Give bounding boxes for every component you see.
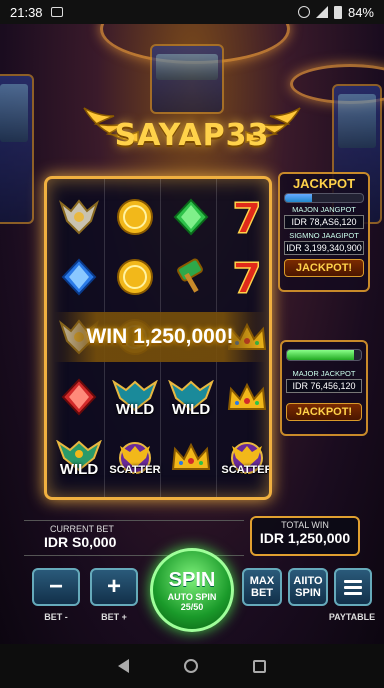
- reel-cell: [53, 189, 105, 245]
- major-jackpot-value-2: IDR 76,456,120: [286, 379, 362, 393]
- current-bet-value: IDR S0,000: [44, 534, 117, 550]
- total-win-value: IDR 1,250,000: [259, 530, 351, 546]
- scatter-label: SCATTER: [109, 464, 161, 476]
- reel-cell: WILD: [165, 369, 217, 425]
- wings-emblem-icon: [56, 194, 102, 240]
- wild-eagle-icon: WILD: [56, 434, 102, 480]
- spin-button[interactable]: SPIN AUTO SPIN 25/50: [150, 548, 234, 632]
- bet-minus-caption: BET -: [44, 612, 68, 622]
- total-win-box: TOTAL WIN IDR 1,250,000: [250, 516, 360, 556]
- win-banner-text: WIN 1,250,000!: [86, 325, 234, 348]
- reel-cell: [109, 189, 161, 245]
- current-bet-label: CURRENT BET: [50, 524, 114, 534]
- logo-text: SAYAP33: [114, 118, 270, 153]
- reel-cell: [109, 249, 161, 305]
- reel-cell: [165, 429, 217, 485]
- total-win-label: TOTAL WIN: [281, 520, 329, 530]
- blue-gem-icon: [56, 254, 102, 300]
- bet-plus-button[interactable]: +: [90, 568, 138, 606]
- reel-cell: 7: [221, 189, 269, 245]
- jackpot-title: JACKPOT: [292, 176, 356, 191]
- seven-icon: 7: [224, 194, 269, 240]
- auto-spin-label: AUTO SPIN: [167, 591, 217, 602]
- status-right: 84%: [297, 4, 374, 20]
- back-icon[interactable]: [117, 659, 129, 673]
- reel-cell: 7: [221, 249, 269, 305]
- wild-label: WILD: [115, 401, 155, 418]
- major-jackpot-label-2: MAJOR JACKPOT: [292, 369, 356, 378]
- reel-cell: [221, 369, 269, 425]
- bet-minus-button[interactable]: −: [32, 568, 80, 606]
- wild-label: WILD: [59, 461, 99, 478]
- jackpot-panel-secondary: MAJOR JACKPOT IDR 76,456,120 JACKPOT!: [280, 340, 368, 436]
- bet-plus-caption: BET +: [101, 612, 127, 622]
- spin-count: 25/50: [180, 601, 204, 612]
- reel-cell: [165, 249, 217, 305]
- red-gem-icon: [56, 374, 102, 420]
- jackpot-button-2[interactable]: JACKPOT!: [286, 403, 362, 421]
- max-bet-label: MAX BET: [249, 575, 275, 599]
- scatter-eagle-icon: SCATTER: [109, 434, 161, 480]
- reel-cell: [165, 189, 217, 245]
- max-bet-button[interactable]: MAX BET: [242, 568, 282, 606]
- battery-percent: 84%: [347, 4, 374, 20]
- signal-icon: [315, 6, 328, 18]
- svg-text:7: 7: [232, 195, 261, 239]
- menu-icon: [344, 580, 362, 595]
- battery-icon: [333, 5, 342, 19]
- scatter-label: SCATTER: [221, 464, 272, 476]
- seven-icon: 7: [224, 254, 269, 300]
- major-jackpot-label: MAJON JANGPOT: [292, 205, 356, 214]
- major-jackpot-value: IDR 78,AS6,120: [284, 215, 364, 229]
- wild-wings-icon: WILD: [112, 374, 158, 420]
- reel-cell: [53, 369, 105, 425]
- jackpot-button[interactable]: JACKPOT!: [284, 259, 364, 277]
- status-bar: 21:38 84%: [0, 0, 384, 24]
- gallery-icon: [50, 7, 63, 17]
- crown-icon: [224, 374, 269, 420]
- svg-text:7: 7: [232, 255, 261, 299]
- spin-label: SPIN: [168, 568, 216, 591]
- grand-jackpot-value: IDR 3,199,340,900: [284, 241, 364, 255]
- recents-icon[interactable]: [253, 659, 267, 673]
- emerald-hammer-icon: [168, 254, 214, 300]
- status-time: 21:38: [10, 4, 43, 20]
- crown-icon: [168, 434, 214, 480]
- auto-spin-button-label: AIITO SPIN: [293, 575, 323, 599]
- win-banner: WIN 1,250,000!: [54, 312, 266, 362]
- wild-wings-icon: WILD: [168, 374, 214, 420]
- reel-cell: SCATTER: [221, 429, 269, 485]
- paytable-button[interactable]: [334, 568, 372, 606]
- gold-coin-icon: [112, 254, 158, 300]
- grand-jackpot-label: SIGMNO JAAGIPOT: [289, 231, 359, 240]
- reel-cell: SCATTER: [109, 429, 161, 485]
- jackpot-progress-bar: [284, 193, 364, 203]
- reel-cell: WILD: [53, 429, 105, 485]
- alarm-icon: [297, 6, 310, 18]
- gold-coin-icon: [112, 194, 158, 240]
- home-icon[interactable]: [183, 659, 198, 673]
- minus-icon: −: [48, 573, 63, 600]
- green-gem-icon: [168, 194, 214, 240]
- major-progress-bar: [286, 349, 362, 361]
- paytable-caption: PAYTABLE: [328, 612, 376, 622]
- reel-cell: [53, 249, 105, 305]
- plus-icon: +: [106, 573, 121, 600]
- wild-label: WILD: [171, 401, 211, 418]
- reel-cell: WILD: [109, 369, 161, 425]
- bg-slot-machine: [0, 74, 34, 224]
- game-logo: SAYAP33: [80, 96, 304, 176]
- auto-spin-button[interactable]: AIITO SPIN: [288, 568, 328, 606]
- scatter-eagle-icon: SCATTER: [221, 434, 269, 480]
- android-nav-bar: [0, 644, 384, 688]
- jackpot-panel: JACKPOT MAJON JANGPOT IDR 78,AS6,120 SIG…: [278, 172, 370, 292]
- current-bet-box: CURRENT BET IDR S0,000: [24, 520, 244, 556]
